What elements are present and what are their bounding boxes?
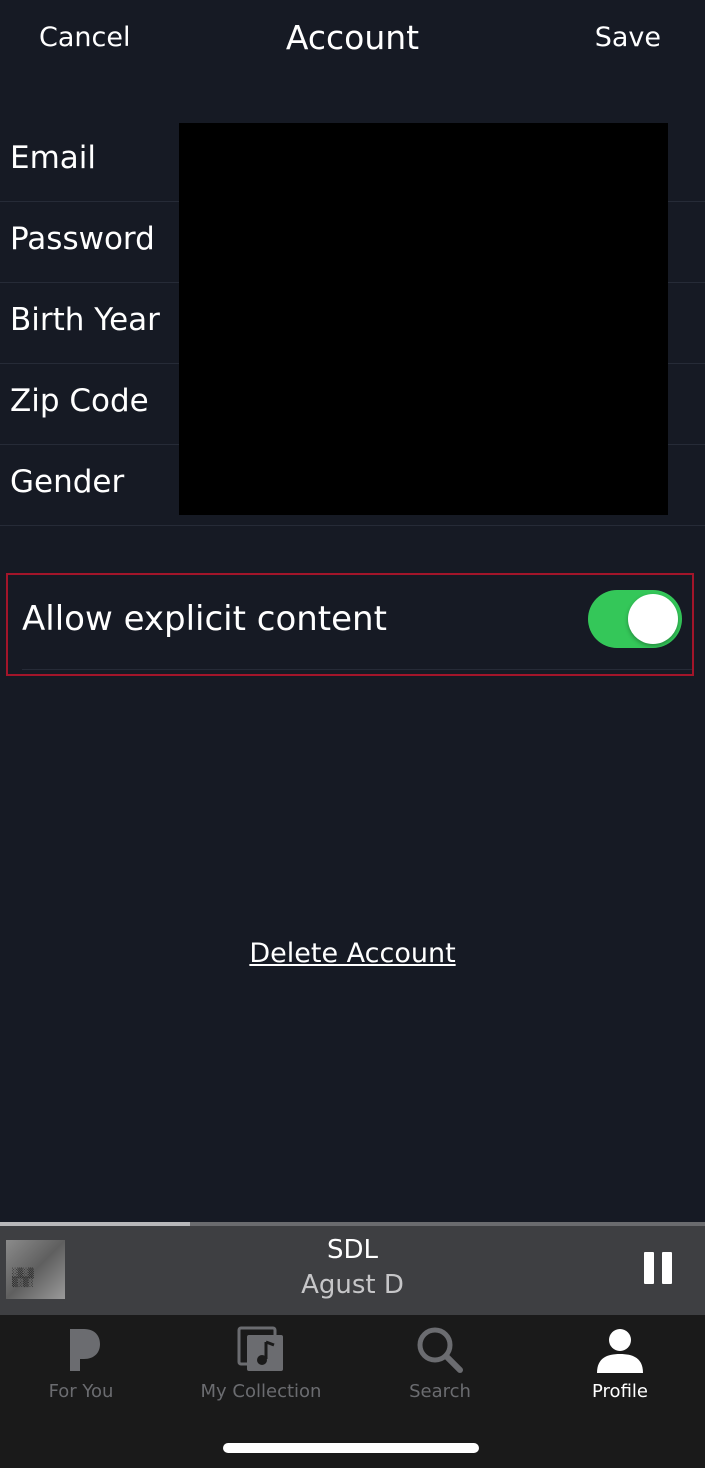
- gender-label: Gender: [10, 464, 125, 500]
- tab-label: Profile: [592, 1381, 648, 1402]
- tab-label: My Collection: [200, 1381, 322, 1402]
- row-divider: [22, 669, 692, 670]
- email-label: Email: [10, 140, 97, 176]
- home-indicator: [223, 1443, 479, 1453]
- tab-my-collection[interactable]: My Collection: [173, 1315, 349, 1415]
- tab-search[interactable]: Search: [352, 1315, 528, 1415]
- pandora-p-icon: [70, 1329, 100, 1371]
- delete-account-link[interactable]: Delete Account: [249, 938, 455, 969]
- playback-progress-fill: [0, 1222, 191, 1226]
- tab-profile[interactable]: Profile: [532, 1315, 705, 1415]
- pause-icon[interactable]: [644, 1252, 672, 1284]
- explicit-content-row: Allow explicit content: [6, 573, 694, 676]
- playback-progress-track: [0, 1222, 705, 1226]
- explicit-content-toggle[interactable]: [588, 590, 682, 648]
- birth-year-label: Birth Year: [10, 302, 160, 338]
- password-label: Password: [10, 221, 155, 257]
- redacted-field-values: [179, 123, 668, 515]
- tab-label: For You: [48, 1381, 114, 1402]
- navigation-bar: Cancel Account Save: [0, 0, 705, 82]
- delete-account-container: Delete Account: [0, 938, 705, 969]
- track-artist: Agust D: [301, 1270, 404, 1300]
- mini-player[interactable]: ░▒░▒ ▒░▒░ SDL Agust D: [0, 1222, 705, 1315]
- tab-for-you[interactable]: For You: [0, 1315, 169, 1415]
- save-button[interactable]: Save: [595, 22, 661, 53]
- zip-code-label: Zip Code: [10, 383, 149, 419]
- tab-label: Search: [409, 1381, 471, 1402]
- collection-icon: [237, 1326, 283, 1371]
- toggle-knob: [628, 594, 678, 644]
- explicit-content-label: Allow explicit content: [22, 599, 387, 639]
- profile-icon: [597, 1329, 643, 1373]
- search-icon: [417, 1327, 463, 1373]
- track-title: SDL: [326, 1235, 378, 1265]
